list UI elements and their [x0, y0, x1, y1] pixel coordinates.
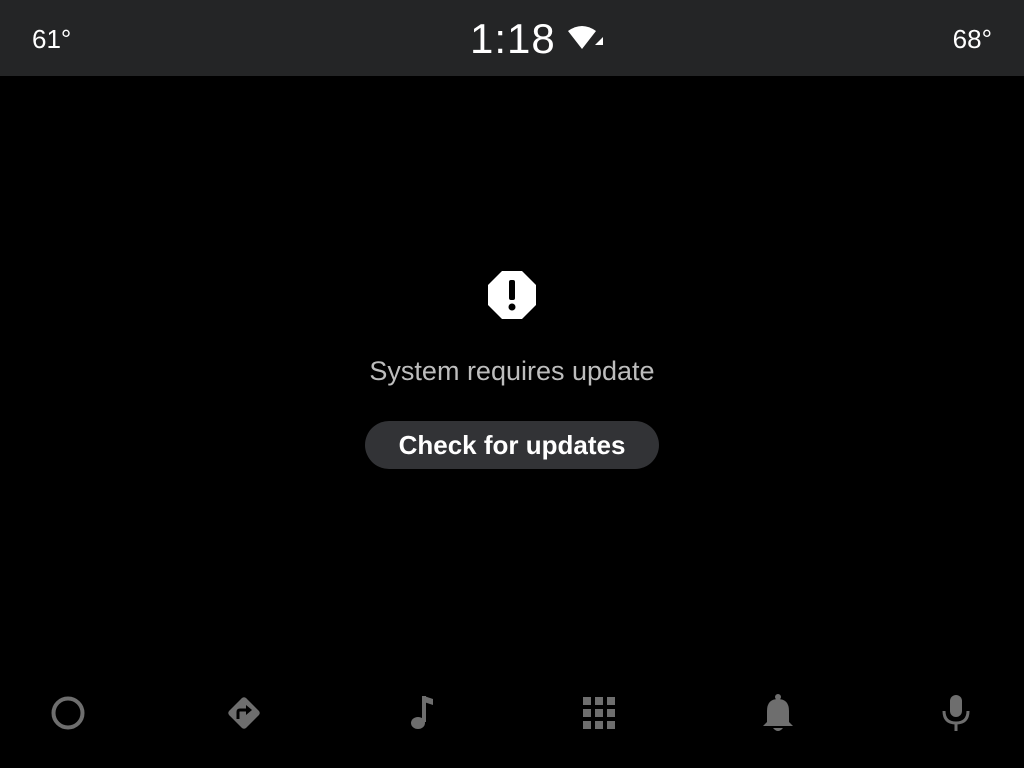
- nav-home-button[interactable]: [38, 688, 98, 738]
- bell-icon: [761, 693, 795, 733]
- main-content: System requires update Check for updates: [0, 76, 1024, 668]
- microphone-icon: [941, 693, 971, 733]
- clock: 1:18: [470, 15, 556, 62]
- nav-apps-button[interactable]: [569, 688, 629, 738]
- status-center: 1:18: [470, 14, 604, 64]
- alert-octagon-icon: [487, 270, 537, 320]
- nav-notifications-button[interactable]: [748, 688, 808, 738]
- nav-navigation-button[interactable]: [214, 688, 274, 738]
- update-message: System requires update: [369, 356, 655, 386]
- nav-bar: [0, 668, 1024, 768]
- nav-media-button[interactable]: [392, 688, 452, 738]
- home-circle-icon: [50, 695, 86, 731]
- navigation-icon: [224, 693, 264, 733]
- music-note-icon: [407, 693, 437, 733]
- nav-voice-button[interactable]: [926, 688, 986, 738]
- wifi-signal-icon: [566, 24, 604, 54]
- passenger-temperature[interactable]: 68°: [953, 22, 992, 56]
- check-for-updates-button[interactable]: Check for updates: [365, 421, 659, 469]
- status-bar: 61° 1:18 68°: [0, 0, 1024, 76]
- driver-temperature[interactable]: 61°: [32, 22, 71, 56]
- app-grid-icon: [582, 696, 616, 730]
